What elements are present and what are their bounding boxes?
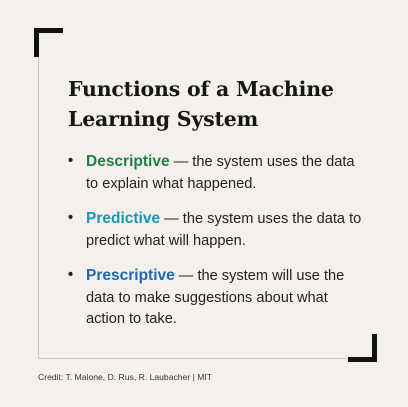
credit-line: Credit: T. Malone, D. Rus, R. Laubacher …: [38, 372, 213, 382]
bullet-icon: •: [68, 210, 74, 226]
bullet-icon: •: [68, 267, 74, 283]
frame-line-left: [38, 36, 39, 359]
list-item-descriptive: • Descriptive — the system uses the data…: [66, 151, 366, 195]
corner-mark-top-left-vertical: [34, 28, 39, 57]
term-predictive: Predictive: [86, 210, 161, 227]
function-list: • Descriptive — the system uses the data…: [66, 151, 366, 344]
list-item-prescriptive: • Prescriptive — the system will use the…: [66, 265, 366, 331]
corner-mark-bottom-right-vertical: [372, 334, 377, 362]
bullet-icon: •: [68, 153, 74, 169]
term-descriptive: Descriptive: [86, 153, 170, 170]
page-title: Functions of a Machine Learning System: [68, 77, 334, 131]
list-item-predictive: • Predictive — the system uses the data …: [66, 208, 366, 252]
term-prescriptive: Prescriptive: [86, 267, 175, 284]
frame-line-bottom: [38, 358, 370, 359]
